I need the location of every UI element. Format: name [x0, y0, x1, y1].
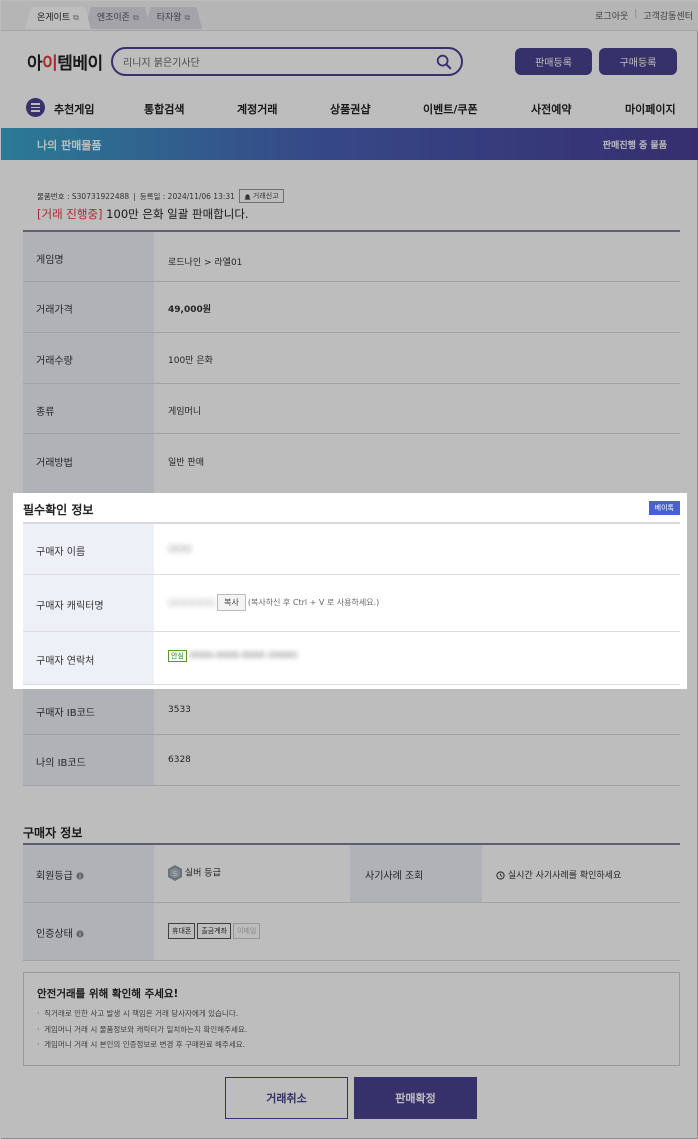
character-cell: ○○○○○○ 복사 (복사하신 후 Ctrl + V 로 사용하세요.) — [168, 594, 379, 611]
character-name-value: ○○○○○○ — [168, 598, 216, 608]
table-row: 구매자 연락처 안심 0000-0000-0000 (0000) — [23, 632, 680, 685]
contact-value: 0000-0000-0000 (0000) — [189, 651, 298, 661]
row-label: 구매자 이름 — [36, 547, 86, 558]
required-info-panel: 필수확인 정보 베이톡 구매자 이름 ○○○ 구매자 캐릭터명 ○○○○○○ 복사(… — [13, 493, 687, 689]
dim-overlay — [1, 1, 698, 493]
table-row: 구매자 이름 ○○○ — [23, 524, 680, 575]
buyer-name-value: ○○○ — [168, 544, 192, 554]
row-label: 구매자 연락처 — [36, 656, 95, 667]
table-row: 구매자 캐릭터명 ○○○○○○ 복사 (복사하신 후 Ctrl + V 로 사용하세… — [23, 575, 680, 632]
row-label: 구매자 캐릭터명 — [36, 601, 104, 612]
required-info-title: 필수확인 정보 — [23, 503, 94, 517]
copy-hint: (복사하신 후 Ctrl + V 로 사용하세요.) — [247, 598, 380, 607]
page: 온게이트⧉ 엔조이존⧉ 타자왕⧉ 로그아웃 | 고객감동센터 아이템베이 판매등… — [0, 0, 698, 1139]
dim-overlay — [687, 493, 698, 689]
copy-button[interactable]: 복사 — [217, 594, 246, 611]
dim-overlay — [1, 493, 13, 689]
baytalk-badge[interactable]: 베이톡 — [648, 501, 680, 515]
contact-cell: 안심 0000-0000-0000 (0000) — [168, 650, 298, 662]
safe-number-badge: 안심 — [168, 650, 187, 662]
dim-overlay — [1, 689, 698, 1139]
